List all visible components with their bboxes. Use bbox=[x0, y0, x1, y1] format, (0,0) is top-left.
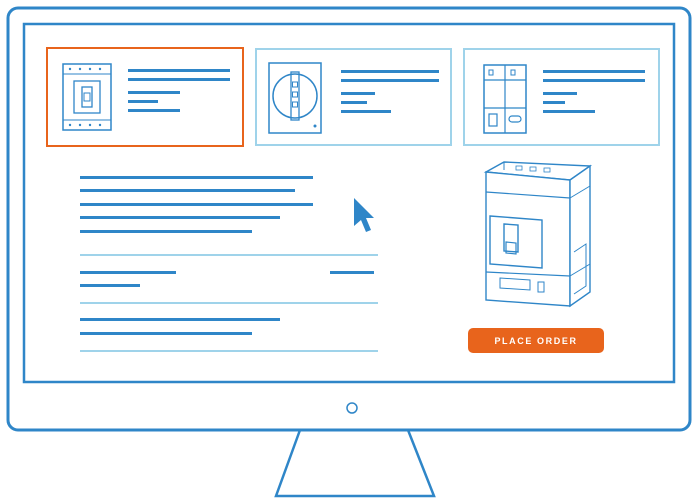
product-card-3[interactable] bbox=[463, 48, 660, 146]
card-3-text-lines bbox=[543, 70, 647, 119]
breaker-product-illustration bbox=[483, 161, 593, 308]
place-order-button[interactable]: PLACE ORDER bbox=[468, 328, 604, 353]
card-1-text-lines bbox=[128, 69, 232, 118]
rotary-disconnect-switch-icon bbox=[268, 62, 322, 134]
divider bbox=[80, 350, 378, 352]
product-card-1[interactable] bbox=[46, 47, 244, 147]
modular-din-breaker-icon bbox=[483, 64, 527, 134]
card-2-text-lines bbox=[341, 70, 441, 119]
divider bbox=[80, 302, 378, 304]
molded-case-breaker-icon bbox=[62, 63, 112, 131]
divider bbox=[80, 254, 378, 256]
pointer-arrow-icon bbox=[354, 198, 374, 232]
product-card-2[interactable] bbox=[255, 48, 452, 146]
